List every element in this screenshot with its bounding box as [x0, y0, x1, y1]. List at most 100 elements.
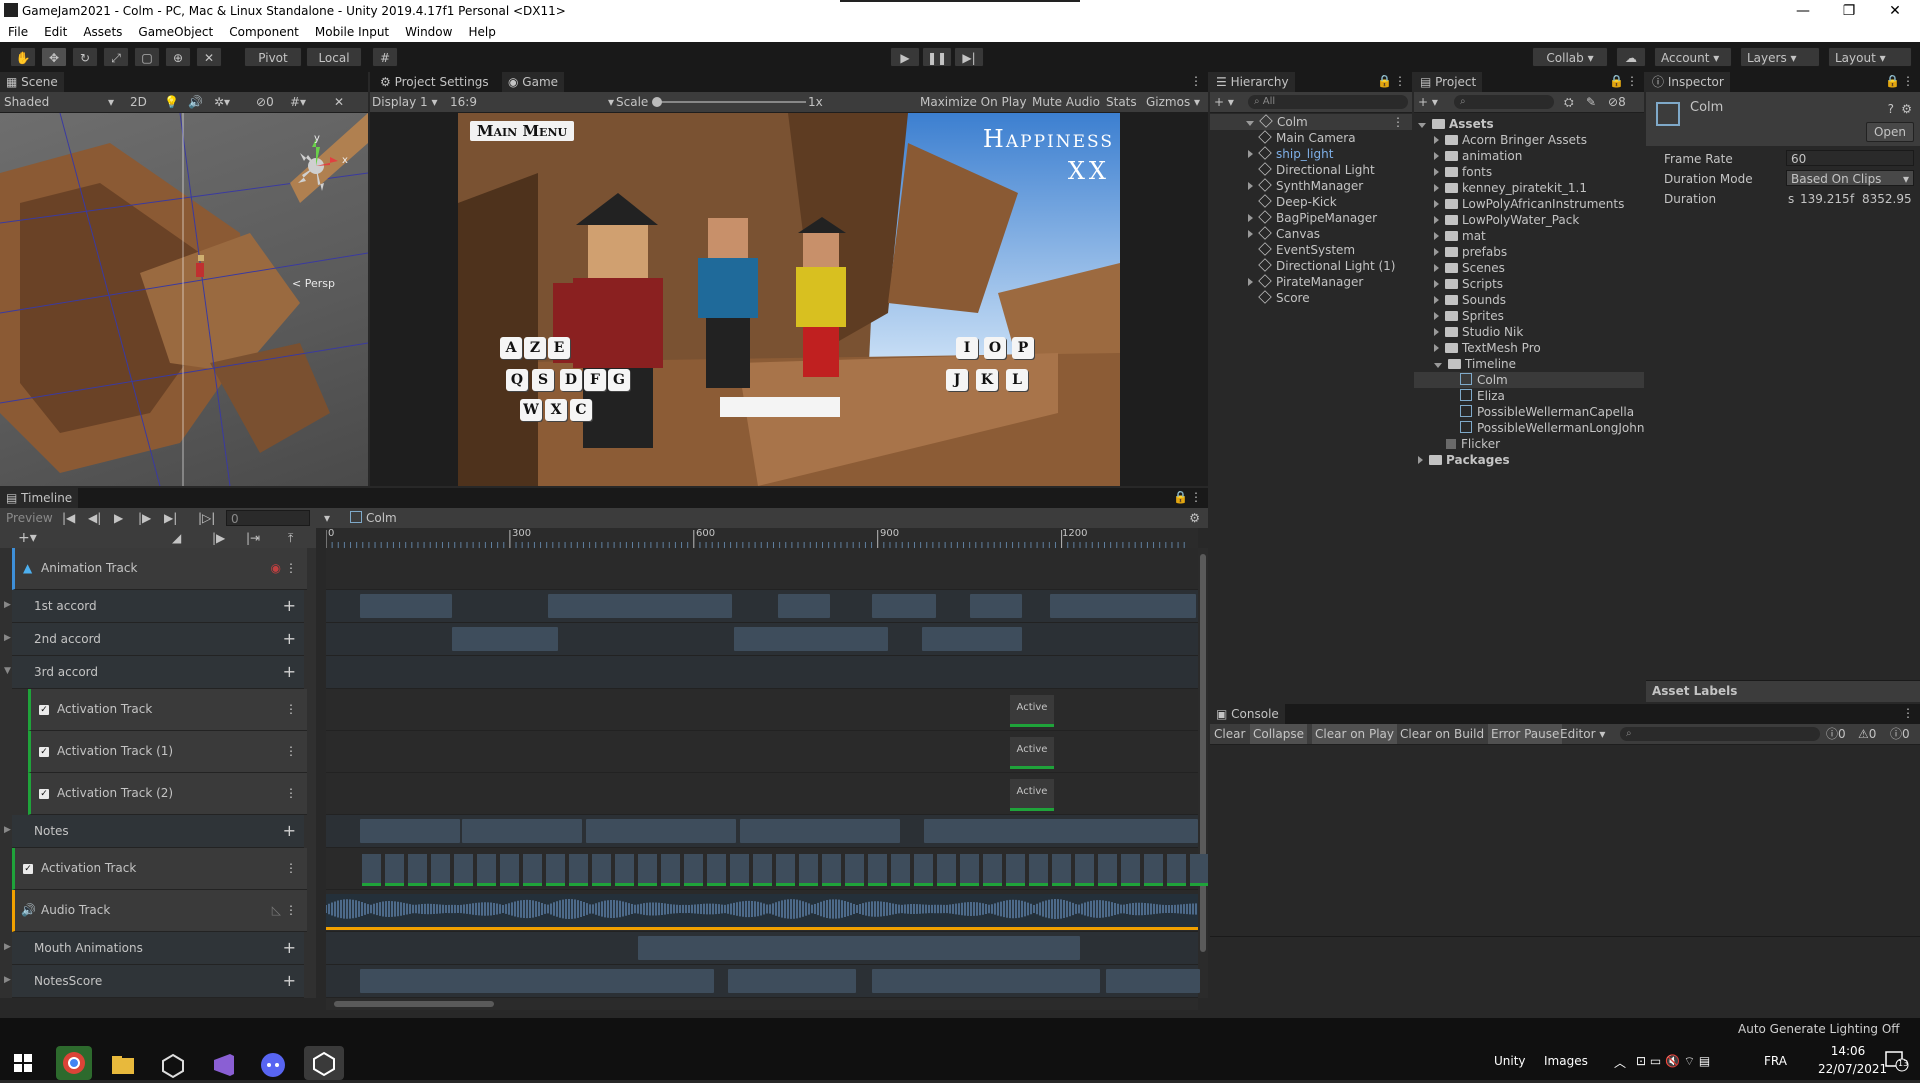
track-row[interactable]: [326, 731, 1198, 773]
timeline-clip[interactable]: [586, 819, 736, 843]
console-clear-on-build-toggle[interactable]: Clear on Build: [1400, 724, 1484, 744]
language-indicator[interactable]: FRA: [1764, 1054, 1787, 1068]
track-row[interactable]: [326, 548, 1198, 590]
project-folder[interactable]: LowPolyAfricanInstruments: [1434, 196, 1624, 212]
tab-game[interactable]: ◉ Game: [502, 72, 565, 92]
activation-clip[interactable]: [454, 854, 473, 886]
step-button[interactable]: ▶|: [954, 47, 984, 67]
track-enabled-checkbox[interactable]: ✓: [39, 704, 49, 715]
activation-clip[interactable]: [868, 854, 887, 886]
activation-clip[interactable]: [753, 854, 772, 886]
add-clip-icon[interactable]: +: [283, 815, 296, 847]
track-header[interactable]: NotesScore +: [12, 965, 304, 998]
scene-viewport[interactable]: y x < Persp: [0, 113, 368, 486]
goto-end-icon[interactable]: ▶|: [164, 508, 177, 528]
audio-toggle-icon[interactable]: 🔊: [188, 92, 203, 112]
shading-dropdown[interactable]: Shaded: [4, 92, 49, 112]
project-search-input[interactable]: ⌕: [1454, 95, 1554, 109]
key-x[interactable]: X: [545, 399, 567, 421]
project-folder[interactable]: LowPolyWater_Pack: [1434, 212, 1579, 228]
hierarchy-item[interactable]: Canvas: [1210, 226, 1320, 242]
hierarchy-search-input[interactable]: ⌕ All: [1248, 95, 1408, 109]
frame-rate-field[interactable]: 60: [1786, 150, 1914, 166]
console-warning-count[interactable]: ⚠0: [1858, 724, 1876, 744]
key-i[interactable]: I: [956, 337, 978, 359]
expand-toggle-icon[interactable]: ▶: [4, 942, 11, 952]
cloud-icon[interactable]: ☁: [1616, 47, 1646, 67]
project-folder[interactable]: Studio Nik: [1434, 324, 1523, 340]
expand-toggle-icon[interactable]: ▶: [4, 600, 11, 610]
menu-edit[interactable]: Edit: [36, 25, 75, 39]
activation-clip[interactable]: [546, 854, 565, 886]
taskbar-unity-label[interactable]: Unity: [1494, 1054, 1526, 1068]
activation-clip[interactable]: Active: [1010, 779, 1054, 811]
clock-date[interactable]: 22/07/2021: [1818, 1062, 1887, 1076]
key-d[interactable]: D: [560, 369, 582, 391]
inspector-settings-icon[interactable]: ⚙: [1901, 102, 1912, 116]
hierarchy-item[interactable]: Directional Light: [1210, 162, 1375, 178]
activation-clip[interactable]: [776, 854, 795, 886]
timeline-clip[interactable]: [924, 819, 1198, 843]
rotate-tool-icon[interactable]: ↻: [72, 47, 98, 67]
tray-icons[interactable]: ⊡ ▭ 🔇 ⌔ ▤: [1636, 1054, 1710, 1069]
activation-clip[interactable]: [914, 854, 933, 886]
project-folder[interactable]: Scenes: [1434, 260, 1505, 276]
console-clear-on-play-toggle[interactable]: Clear on Play: [1312, 724, 1397, 744]
console-log-count[interactable]: ⓘ0: [1826, 724, 1846, 744]
activation-clip[interactable]: [1121, 854, 1140, 886]
tray-chevron-icon[interactable]: ︿: [1614, 1054, 1626, 1071]
activation-clip[interactable]: [684, 854, 703, 886]
asset-labels-bar[interactable]: Asset Labels: [1646, 680, 1920, 702]
activation-clip[interactable]: [983, 854, 1002, 886]
project-folder[interactable]: TextMesh Pro: [1434, 340, 1541, 356]
activation-clip[interactable]: [822, 854, 841, 886]
game-menu-icon[interactable]: ⋮: [1190, 74, 1202, 88]
activation-clip[interactable]: [707, 854, 726, 886]
filter-label-icon[interactable]: ✎: [1586, 92, 1596, 112]
hierarchy-item[interactable]: BagPipeManager: [1210, 210, 1377, 226]
menu-component[interactable]: Component: [221, 25, 307, 39]
timeline-clip[interactable]: [922, 627, 1022, 651]
key-a[interactable]: A: [500, 337, 522, 359]
project-timeline-asset[interactable]: Colm: [1414, 372, 1644, 388]
activation-clip[interactable]: [730, 854, 749, 886]
timeline-clip[interactable]: [452, 627, 558, 651]
track-header[interactable]: ✓ Activation Track (1) ⋮: [28, 731, 307, 773]
activation-clip[interactable]: [661, 854, 680, 886]
menu-gameobject[interactable]: GameObject: [130, 25, 221, 39]
hierarchy-item[interactable]: ship_light: [1210, 146, 1333, 162]
project-folder[interactable]: prefabs: [1434, 244, 1507, 260]
activation-clip[interactable]: [1167, 854, 1186, 886]
activation-clip[interactable]: [960, 854, 979, 886]
timeline-clip[interactable]: [360, 969, 714, 993]
hidden-objects-icon[interactable]: ⊘0: [256, 92, 274, 112]
activation-clip[interactable]: [408, 854, 427, 886]
project-folder[interactable]: Sounds: [1434, 292, 1506, 308]
track-header[interactable]: Notes +: [12, 815, 304, 848]
console-error-count[interactable]: ⓘ0: [1890, 724, 1910, 744]
key-f[interactable]: F: [584, 369, 606, 391]
project-folder[interactable]: Timeline: [1434, 356, 1516, 372]
mode-2d-toggle[interactable]: 2D: [130, 92, 147, 112]
project-folder[interactable]: Acorn Bringer Assets: [1434, 132, 1587, 148]
track-enabled-checkbox[interactable]: ✓: [23, 863, 33, 874]
next-frame-icon[interactable]: |▶: [138, 508, 151, 528]
track-header[interactable]: 1st accord +: [12, 590, 304, 623]
track-menu-icon[interactable]: ⋮: [285, 848, 297, 889]
discord-icon[interactable]: [258, 1050, 288, 1080]
unity-hub-icon[interactable]: [158, 1050, 188, 1080]
track-header[interactable]: 3rd accord +: [12, 656, 304, 689]
expand-toggle-icon[interactable]: ▶: [4, 825, 11, 835]
activation-clip[interactable]: [569, 854, 588, 886]
hidden-packages-icon[interactable]: ⊘8: [1608, 92, 1626, 112]
tab-project[interactable]: ▤ Project: [1414, 72, 1483, 92]
menu-mobile-input[interactable]: Mobile Input: [307, 25, 397, 39]
project-folder[interactable]: animation: [1434, 148, 1522, 164]
activation-clip[interactable]: [592, 854, 611, 886]
track-menu-icon[interactable]: ⋮: [285, 731, 297, 772]
timeline-clip[interactable]: [360, 594, 452, 618]
file-explorer-icon[interactable]: [108, 1050, 138, 1080]
project-timeline-asset[interactable]: Eliza: [1460, 388, 1505, 404]
activation-clip[interactable]: [1052, 854, 1071, 886]
track-row[interactable]: [326, 656, 1198, 689]
